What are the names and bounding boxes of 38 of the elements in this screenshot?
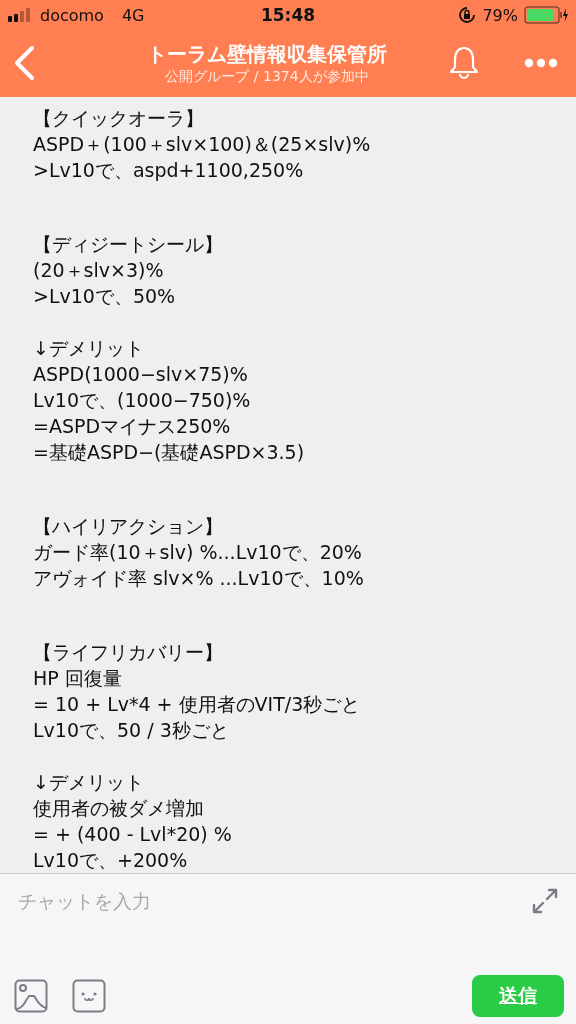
back-button[interactable] <box>12 45 36 81</box>
group-member-count: 公開グループ / 1374人が参加中 <box>165 67 369 85</box>
note-line: Lv10で、+200% <box>33 848 189 873</box>
emoji-icon[interactable] <box>72 979 106 1013</box>
section-heading: 【ハイリアクション】 <box>33 514 224 539</box>
note-line: = + (400 - Lvl*20) % <box>33 822 233 847</box>
chat-input-field[interactable]: チャットを入力 <box>14 882 522 920</box>
rotation-lock-icon <box>458 6 477 24</box>
note-line: (20＋slv×3)% <box>33 258 165 283</box>
section-heading: 【クイックオーラ】 <box>33 106 205 131</box>
note-line: >Lv10で、50% <box>33 284 177 309</box>
note-line: ASPD(1000−slv×75)% <box>33 362 249 387</box>
note-line: >Lv10で、aspd+1100,250% <box>33 158 305 183</box>
group-title: トーラム壁情報収集保管所 <box>147 41 387 67</box>
image-icon[interactable] <box>14 979 48 1013</box>
bell-icon[interactable] <box>448 45 480 81</box>
note-line: Lv10で、(1000−750)% <box>33 388 252 413</box>
note-line: ASPD＋(100＋slv×100)＆(25×slv)% <box>33 132 372 157</box>
status-time: 15:48 <box>260 5 316 25</box>
note-line: =基礎ASPD−(基礎ASPD×3.5) <box>33 440 306 465</box>
note-line: アヴォイド率 slv×% ...Lv10で、10% <box>33 566 365 591</box>
carrier-name: docomo <box>40 5 104 25</box>
note-line: ↓デメリット <box>33 336 145 361</box>
note-line: ↓デメリット <box>33 770 145 795</box>
more-menu-icon[interactable] <box>524 58 558 68</box>
section-heading: 【ライフリカバリー】 <box>33 640 224 665</box>
note-line: = 10 + Lv*4 + 使用者のVIT/3秒ごと <box>33 692 362 717</box>
send-button[interactable]: 送信 <box>472 975 564 1017</box>
battery-percent: 79% <box>482 5 518 25</box>
note-line: HP 回復量 <box>33 666 123 691</box>
section-heading: 【ディジートシール】 <box>33 232 224 257</box>
note-line: Lv10で、50 / 3秒ごと <box>33 718 230 743</box>
battery-charging-icon <box>524 6 568 24</box>
expand-icon[interactable] <box>532 888 558 914</box>
network-type: 4G <box>121 5 145 25</box>
note-line: 使用者の被ダメ増加 <box>33 796 205 821</box>
note-line: =ASPDマイナス250% <box>33 414 232 439</box>
note-line: ガード率(10＋slv) %...Lv10で、20% <box>33 540 363 565</box>
